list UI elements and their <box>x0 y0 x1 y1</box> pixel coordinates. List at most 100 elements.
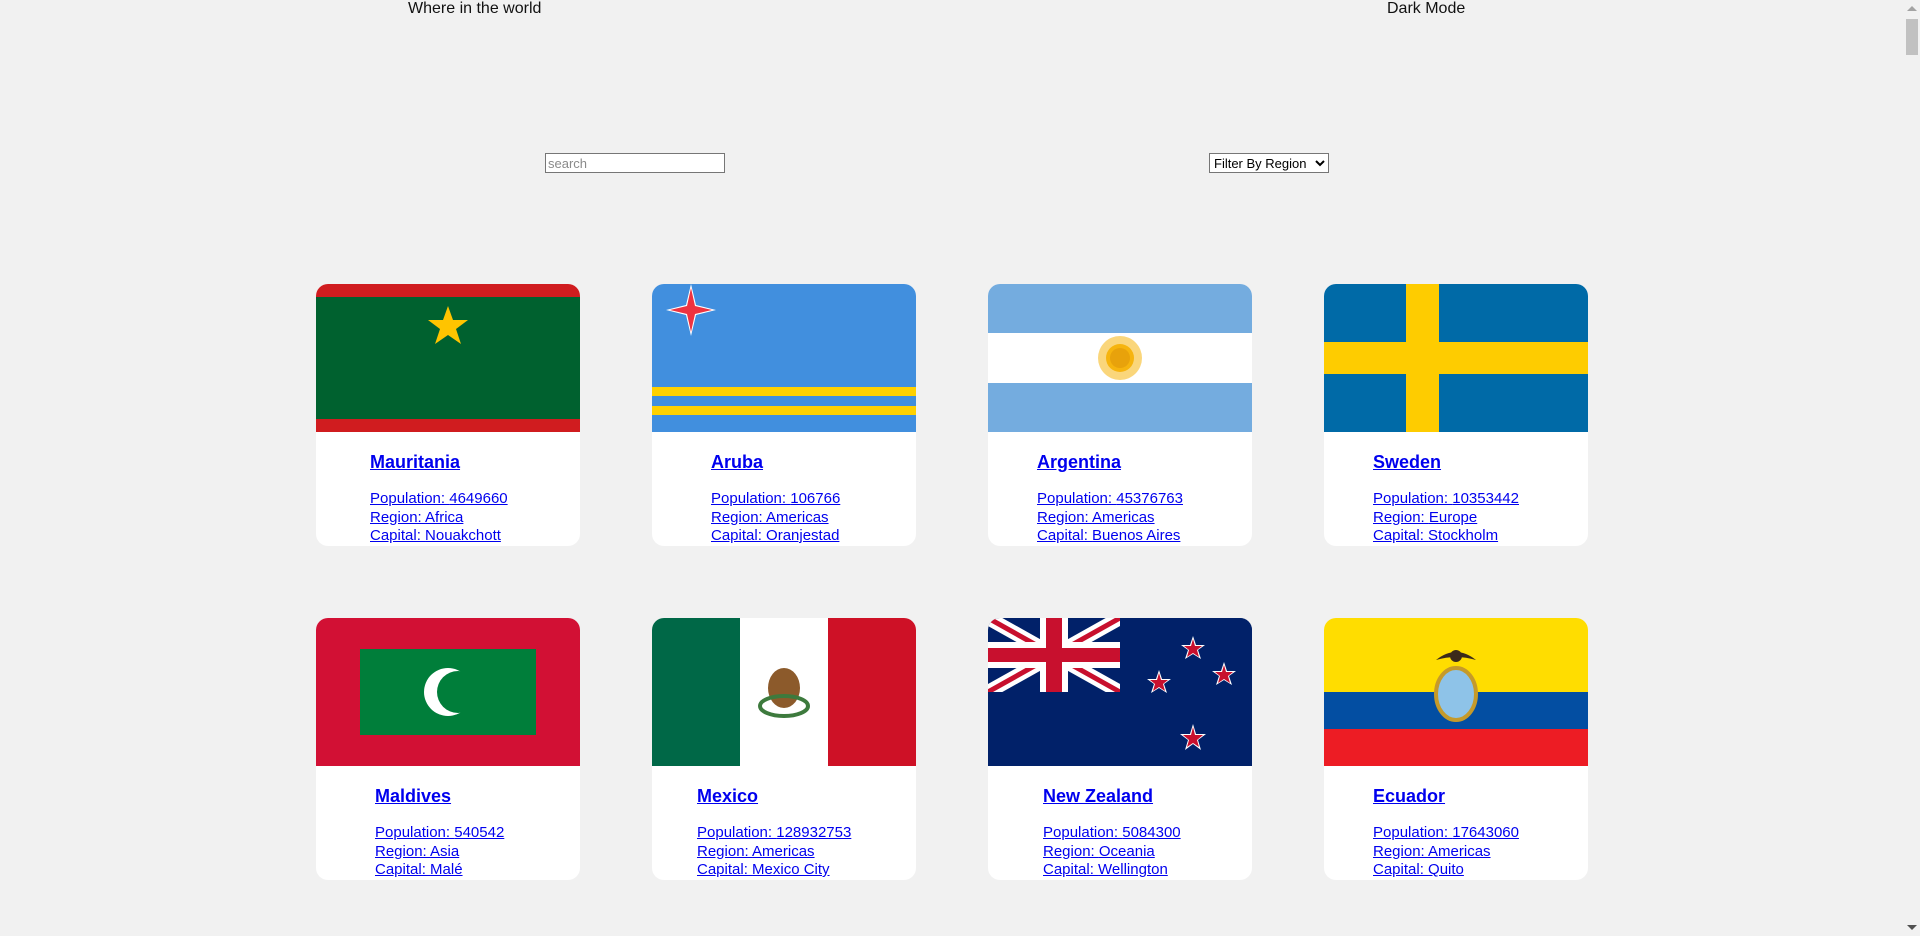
capital-label: Capital: <box>375 861 431 878</box>
population-label: Population: <box>370 490 450 507</box>
app-title: Where in the world <box>408 0 542 17</box>
region-label: Region: <box>1373 508 1429 526</box>
region-link[interactable]: Region: Oceania <box>1043 843 1155 860</box>
capital-link[interactable]: Capital: Stockholm <box>1373 527 1498 544</box>
population-value: 17643060 <box>1452 824 1519 841</box>
capital-link[interactable]: Capital: Buenos Aires <box>1037 527 1180 544</box>
country-info: Population: 128932753 Region: Americas C… <box>697 824 851 880</box>
country-card[interactable]: Ecuador Population: 17643060 Region: Ame… <box>1324 618 1588 880</box>
region-filter-select[interactable]: Filter By Region <box>1209 153 1329 173</box>
population-value: 10353442 <box>1452 490 1519 507</box>
scrollbar-thumb[interactable] <box>1906 19 1918 55</box>
population-link[interactable]: Population: 17643060 <box>1373 824 1519 841</box>
country-info: Population: 540542 Region: Asia Capital:… <box>375 824 504 880</box>
capital-link[interactable]: Capital: Nouakchott <box>370 527 501 544</box>
country-info: Population: 45376763 Region: Americas Ca… <box>1037 490 1183 546</box>
capital-link[interactable]: Capital: Wellington <box>1043 861 1168 878</box>
capital-value: Buenos Aires <box>1092 527 1181 544</box>
scroll-up-arrow-icon[interactable] <box>1907 6 1917 11</box>
country-card[interactable]: Sweden Population: 10353442 Region: Euro… <box>1324 284 1588 546</box>
region-label: Region: <box>711 508 767 526</box>
country-name-link[interactable]: Sweden <box>1373 452 1441 473</box>
country-info: Population: 4649660 Region: Africa Capit… <box>370 490 508 546</box>
country-name-link[interactable]: Mauritania <box>370 452 460 473</box>
country-name-link[interactable]: Ecuador <box>1373 786 1445 807</box>
region-link[interactable]: Region: Americas <box>1373 843 1491 860</box>
capital-value: Nouakchott <box>425 527 501 544</box>
country-card[interactable]: Aruba Population: 106766 Region: America… <box>652 284 916 546</box>
region-label: Region: <box>1043 842 1099 860</box>
population-link[interactable]: Population: 106766 <box>711 490 840 507</box>
capital-value: Oranjestad <box>766 527 840 544</box>
population-label: Population: <box>1373 824 1453 841</box>
country-card[interactable]: Argentina Population: 45376763 Region: A… <box>988 284 1252 546</box>
capital-label: Capital: <box>1043 861 1099 878</box>
region-link[interactable]: Region: Asia <box>375 843 459 860</box>
flag-image <box>988 284 1252 432</box>
country-name-link[interactable]: Aruba <box>711 452 763 473</box>
capital-value: Mexico City <box>752 861 830 878</box>
region-value: Americas <box>1092 508 1155 526</box>
population-link[interactable]: Population: 540542 <box>375 824 504 841</box>
capital-label: Capital: <box>697 861 753 878</box>
capital-value: Wellington <box>1098 861 1168 878</box>
country-card[interactable]: New Zealand Population: 5084300 Region: … <box>988 618 1252 880</box>
region-label: Region: <box>375 842 431 860</box>
population-label: Population: <box>1037 490 1117 507</box>
capital-link[interactable]: Capital: Malé <box>375 861 463 878</box>
capital-label: Capital: <box>370 527 426 544</box>
country-info: Population: 5084300 Region: Oceania Capi… <box>1043 824 1181 880</box>
country-card[interactable]: Maldives Population: 540542 Region: Asia… <box>316 618 580 880</box>
vertical-scrollbar[interactable] <box>1903 0 1920 936</box>
region-label: Region: <box>1037 508 1093 526</box>
population-link[interactable]: Population: 5084300 <box>1043 824 1181 841</box>
population-value: 45376763 <box>1116 490 1183 507</box>
population-label: Population: <box>1373 490 1453 507</box>
search-input[interactable] <box>545 153 725 173</box>
country-name-link[interactable]: Maldives <box>375 786 451 807</box>
flag-image <box>988 618 1252 766</box>
flag-image <box>316 618 580 766</box>
flag-image <box>652 284 916 432</box>
population-label: Population: <box>1043 824 1123 841</box>
region-value: Africa <box>425 508 464 526</box>
capital-value: Quito <box>1428 861 1464 878</box>
population-label: Population: <box>711 490 791 507</box>
capital-link[interactable]: Capital: Mexico City <box>697 861 830 878</box>
region-label: Region: <box>1373 842 1429 860</box>
country-info: Population: 10353442 Region: Europe Capi… <box>1373 490 1519 546</box>
page: Where in the world Dark Mode Filter By R… <box>0 0 1920 936</box>
region-value: Americas <box>752 842 815 860</box>
population-link[interactable]: Population: 10353442 <box>1373 490 1519 507</box>
country-name-link[interactable]: Argentina <box>1037 452 1121 473</box>
population-link[interactable]: Population: 128932753 <box>697 824 851 841</box>
population-value: 106766 <box>790 490 841 507</box>
scroll-down-arrow-icon[interactable] <box>1907 925 1917 930</box>
population-link[interactable]: Population: 4649660 <box>370 490 508 507</box>
region-link[interactable]: Region: Americas <box>1037 509 1155 526</box>
region-link[interactable]: Region: Americas <box>697 843 815 860</box>
population-value: 5084300 <box>1122 824 1181 841</box>
flag-image <box>652 618 916 766</box>
region-value: Americas <box>766 508 829 526</box>
dark-mode-toggle[interactable]: Dark Mode <box>1387 0 1465 18</box>
region-label: Region: <box>370 508 426 526</box>
region-link[interactable]: Region: Africa <box>370 509 463 526</box>
flag-image <box>1324 618 1588 766</box>
region-value: Europe <box>1428 508 1478 526</box>
population-value: 540542 <box>454 824 505 841</box>
capital-link[interactable]: Capital: Oranjestad <box>711 527 839 544</box>
country-card[interactable]: Mauritania Population: 4649660 Region: A… <box>316 284 580 546</box>
capital-label: Capital: <box>711 527 767 544</box>
population-link[interactable]: Population: 45376763 <box>1037 490 1183 507</box>
country-info: Population: 17643060 Region: Americas Ca… <box>1373 824 1519 880</box>
region-link[interactable]: Region: Europe <box>1373 509 1477 526</box>
country-name-link[interactable]: Mexico <box>697 786 758 807</box>
country-name-link[interactable]: New Zealand <box>1043 786 1153 807</box>
capital-link[interactable]: Capital: Quito <box>1373 861 1464 878</box>
region-link[interactable]: Region: Americas <box>711 509 829 526</box>
capital-label: Capital: <box>1373 527 1429 544</box>
population-value: 128932753 <box>776 824 852 841</box>
capital-label: Capital: <box>1037 527 1093 544</box>
country-card[interactable]: Mexico Population: 128932753 Region: Ame… <box>652 618 916 880</box>
